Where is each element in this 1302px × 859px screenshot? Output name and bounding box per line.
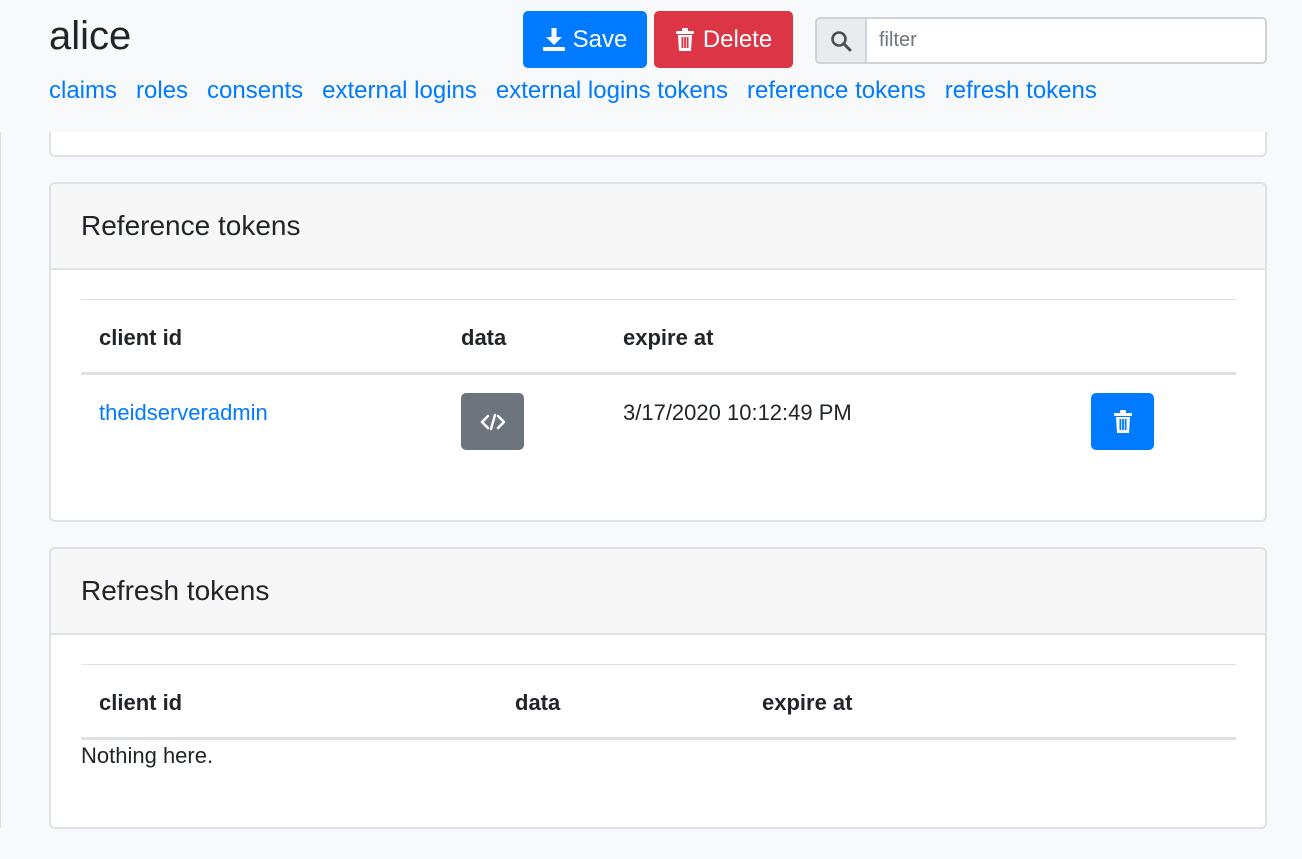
refresh-tokens-card: Refresh tokens client id data expire at …: [49, 547, 1267, 829]
nav-link-claims[interactable]: claims: [49, 76, 117, 106]
save-button[interactable]: Save: [523, 11, 647, 68]
view-data-button[interactable]: [461, 393, 524, 450]
refresh-tokens-header: Refresh tokens: [51, 549, 1265, 635]
delete-token-button[interactable]: [1091, 393, 1154, 450]
column-header-expire-at: expire at: [623, 325, 714, 350]
save-label: Save: [572, 25, 628, 53]
code-icon: [480, 413, 505, 430]
filter-addon: [815, 17, 865, 64]
expire-at-value: 3/17/2020 10:12:49 PM: [623, 400, 852, 425]
column-header-client-id: client id: [99, 690, 183, 715]
reference-tokens-header: Reference tokens: [51, 184, 1265, 270]
page-title: alice: [49, 14, 132, 58]
nav-link-reference-tokens[interactable]: reference tokens: [747, 76, 926, 106]
table-top-border: [81, 664, 1236, 665]
table-header-rule: [81, 737, 1236, 740]
section-nav: claims roles consents external logins ex…: [49, 76, 1097, 106]
empty-message: Nothing here.: [81, 743, 214, 768]
nav-link-external-logins[interactable]: external logins: [322, 76, 477, 106]
client-id-link[interactable]: theidserveradmin: [99, 400, 268, 426]
column-header-client-id: client id: [99, 325, 183, 350]
column-header-data: data: [515, 690, 561, 715]
column-header-expire-at: expire at: [762, 690, 853, 715]
reference-tokens-card: Reference tokens client id data expire a…: [49, 182, 1267, 522]
table-header-rule: [81, 372, 1236, 375]
page-header: alice Save Delete claims role: [0, 0, 1302, 132]
nav-link-refresh-tokens[interactable]: refresh tokens: [945, 76, 1097, 106]
table-top-border: [81, 299, 1236, 300]
nav-link-external-logins-tokens[interactable]: external logins tokens: [496, 76, 728, 106]
delete-button[interactable]: Delete: [654, 11, 793, 68]
filter-group: [815, 17, 1267, 64]
nav-link-roles[interactable]: roles: [136, 76, 188, 106]
filter-input[interactable]: [865, 17, 1267, 64]
delete-label: Delete: [702, 25, 773, 53]
trash-icon: [1113, 409, 1132, 433]
nav-link-consents[interactable]: consents: [207, 76, 303, 106]
column-header-data: data: [461, 325, 507, 350]
search-icon: [831, 30, 852, 51]
download-icon: [542, 27, 565, 51]
trash-icon: [675, 27, 694, 51]
